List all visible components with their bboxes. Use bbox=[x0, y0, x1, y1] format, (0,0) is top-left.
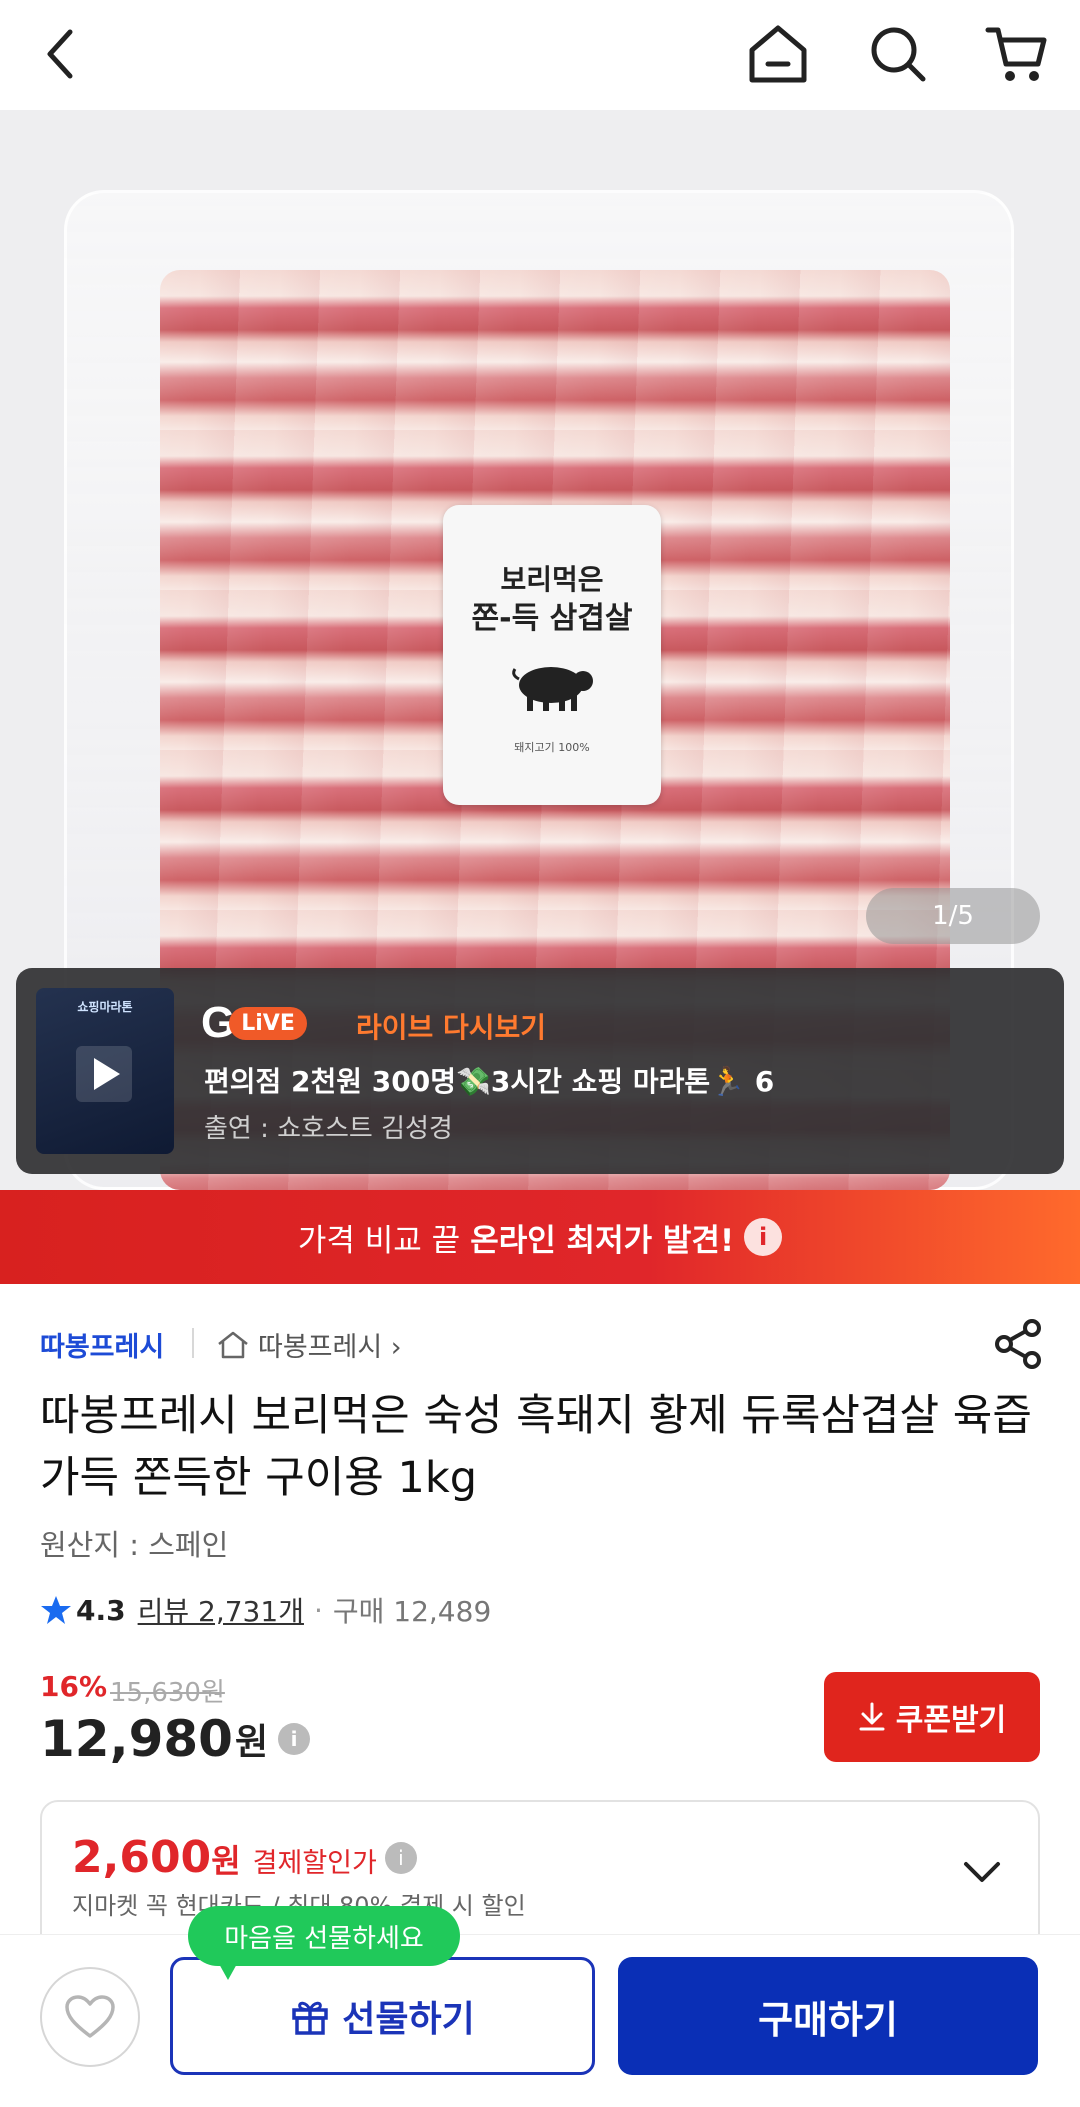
price-info-icon[interactable]: i bbox=[278, 1723, 311, 1755]
share-icon[interactable] bbox=[990, 1316, 1046, 1372]
sale-price: 12,980 원 i bbox=[40, 1710, 311, 1768]
seller-name[interactable]: 따봉프레시 bbox=[40, 1325, 164, 1364]
gift-tooltip: 마음을 선물하세요 bbox=[188, 1906, 460, 1980]
gift-icon bbox=[292, 2001, 328, 2035]
store-home-icon bbox=[218, 1331, 248, 1358]
live-headline: 편의점 2천원 300명💸3시간 쇼핑 마라톤🏃 6 bbox=[204, 1065, 775, 1098]
divider bbox=[192, 1328, 194, 1358]
original-price: 15,630원 bbox=[110, 1678, 225, 1708]
search-icon[interactable] bbox=[862, 18, 934, 90]
payment-info-icon[interactable]: i bbox=[384, 1841, 417, 1874]
heart-icon bbox=[65, 1995, 115, 2038]
image-counter: 1/5 bbox=[866, 888, 1040, 944]
live-thumbnail-title: 쇼핑마라톤 bbox=[77, 1000, 133, 1014]
live-thumbnail[interactable]: 쇼핑마라톤 bbox=[36, 988, 174, 1154]
sale-price-unit: 원 bbox=[234, 1722, 269, 1763]
coupon-button-label: 쿠폰받기 bbox=[895, 1703, 1007, 1738]
payment-discount-price: 2,600 원 결제할인가 i bbox=[72, 1832, 417, 1883]
wishlist-button[interactable] bbox=[40, 1967, 140, 2067]
package-label: 보리먹은 쫀-득 삼겹살 돼지고기 100% bbox=[443, 505, 661, 805]
payment-label: 결제할인가 bbox=[252, 1848, 377, 1879]
info-icon[interactable]: i bbox=[744, 1218, 783, 1256]
purchase-count: 구매 12,489 bbox=[332, 1595, 492, 1628]
store-link[interactable]: 따봉프레시 › bbox=[216, 1325, 402, 1364]
promo-text: 가격 비교 끝 bbox=[297, 1222, 461, 1259]
live-host: 출연 : 쇼호스트 김성경 bbox=[204, 1114, 453, 1144]
package-label-line2: 쫀-득 삼겹살 bbox=[471, 601, 633, 636]
origin-text: 원산지 : 스페인 bbox=[40, 1528, 229, 1562]
rating-row: 4.3 리뷰 2,731개 · 구매 12,489 bbox=[40, 1590, 491, 1630]
product-title: 따봉프레시 보리먹은 숙성 흑돼지 황제 듀록삼겹살 육즙가득 쫀득한 구이용 … bbox=[40, 1391, 1032, 1503]
star-icon bbox=[41, 1596, 71, 1624]
rating-separator: · bbox=[313, 1593, 323, 1627]
discount-rate: 16% bbox=[40, 1670, 108, 1703]
sale-price-value: 12,980 bbox=[40, 1710, 233, 1768]
pig-icon bbox=[507, 657, 597, 713]
live-title: 라이브 다시보기 bbox=[356, 1011, 547, 1044]
top-nav bbox=[0, 0, 1080, 110]
package-label-line3: 돼지고기 100% bbox=[514, 741, 590, 754]
chevron-down-icon[interactable] bbox=[962, 1860, 1002, 1890]
bottom-action-bar: 선물하기 구매하기 bbox=[0, 1934, 1080, 2107]
buy-button[interactable]: 구매하기 bbox=[618, 1957, 1038, 2075]
store-link-label: 따봉프레시 › bbox=[258, 1332, 402, 1363]
live-replay-banner[interactable]: 쇼핑마라톤 G LiVE 라이브 다시보기 편의점 2천원 300명💸3시간 쇼… bbox=[16, 968, 1064, 1174]
package-label-line1: 보리먹은 bbox=[500, 563, 604, 596]
download-icon bbox=[859, 1702, 885, 1731]
payment-unit: 원 bbox=[211, 1842, 241, 1880]
promo-text-bold: 온라인 최저가 발견! bbox=[470, 1222, 735, 1259]
rating-score: 4.3 bbox=[76, 1593, 126, 1627]
home-icon[interactable] bbox=[742, 18, 814, 90]
back-icon[interactable] bbox=[24, 18, 96, 90]
glive-logo: G LiVE bbox=[201, 998, 307, 1048]
lowest-price-banner[interactable]: 가격 비교 끝 온라인 최저가 발견! i bbox=[0, 1190, 1080, 1284]
payment-amount: 2,600 bbox=[72, 1832, 212, 1883]
glive-logo-pill: LiVE bbox=[229, 1006, 307, 1040]
cart-icon[interactable] bbox=[980, 18, 1052, 90]
play-icon[interactable] bbox=[76, 1046, 132, 1102]
review-link[interactable]: 리뷰 2,731개 bbox=[138, 1590, 304, 1630]
gift-button-label: 선물하기 bbox=[342, 1999, 475, 2040]
coupon-button[interactable]: 쿠폰받기 bbox=[824, 1672, 1040, 1762]
